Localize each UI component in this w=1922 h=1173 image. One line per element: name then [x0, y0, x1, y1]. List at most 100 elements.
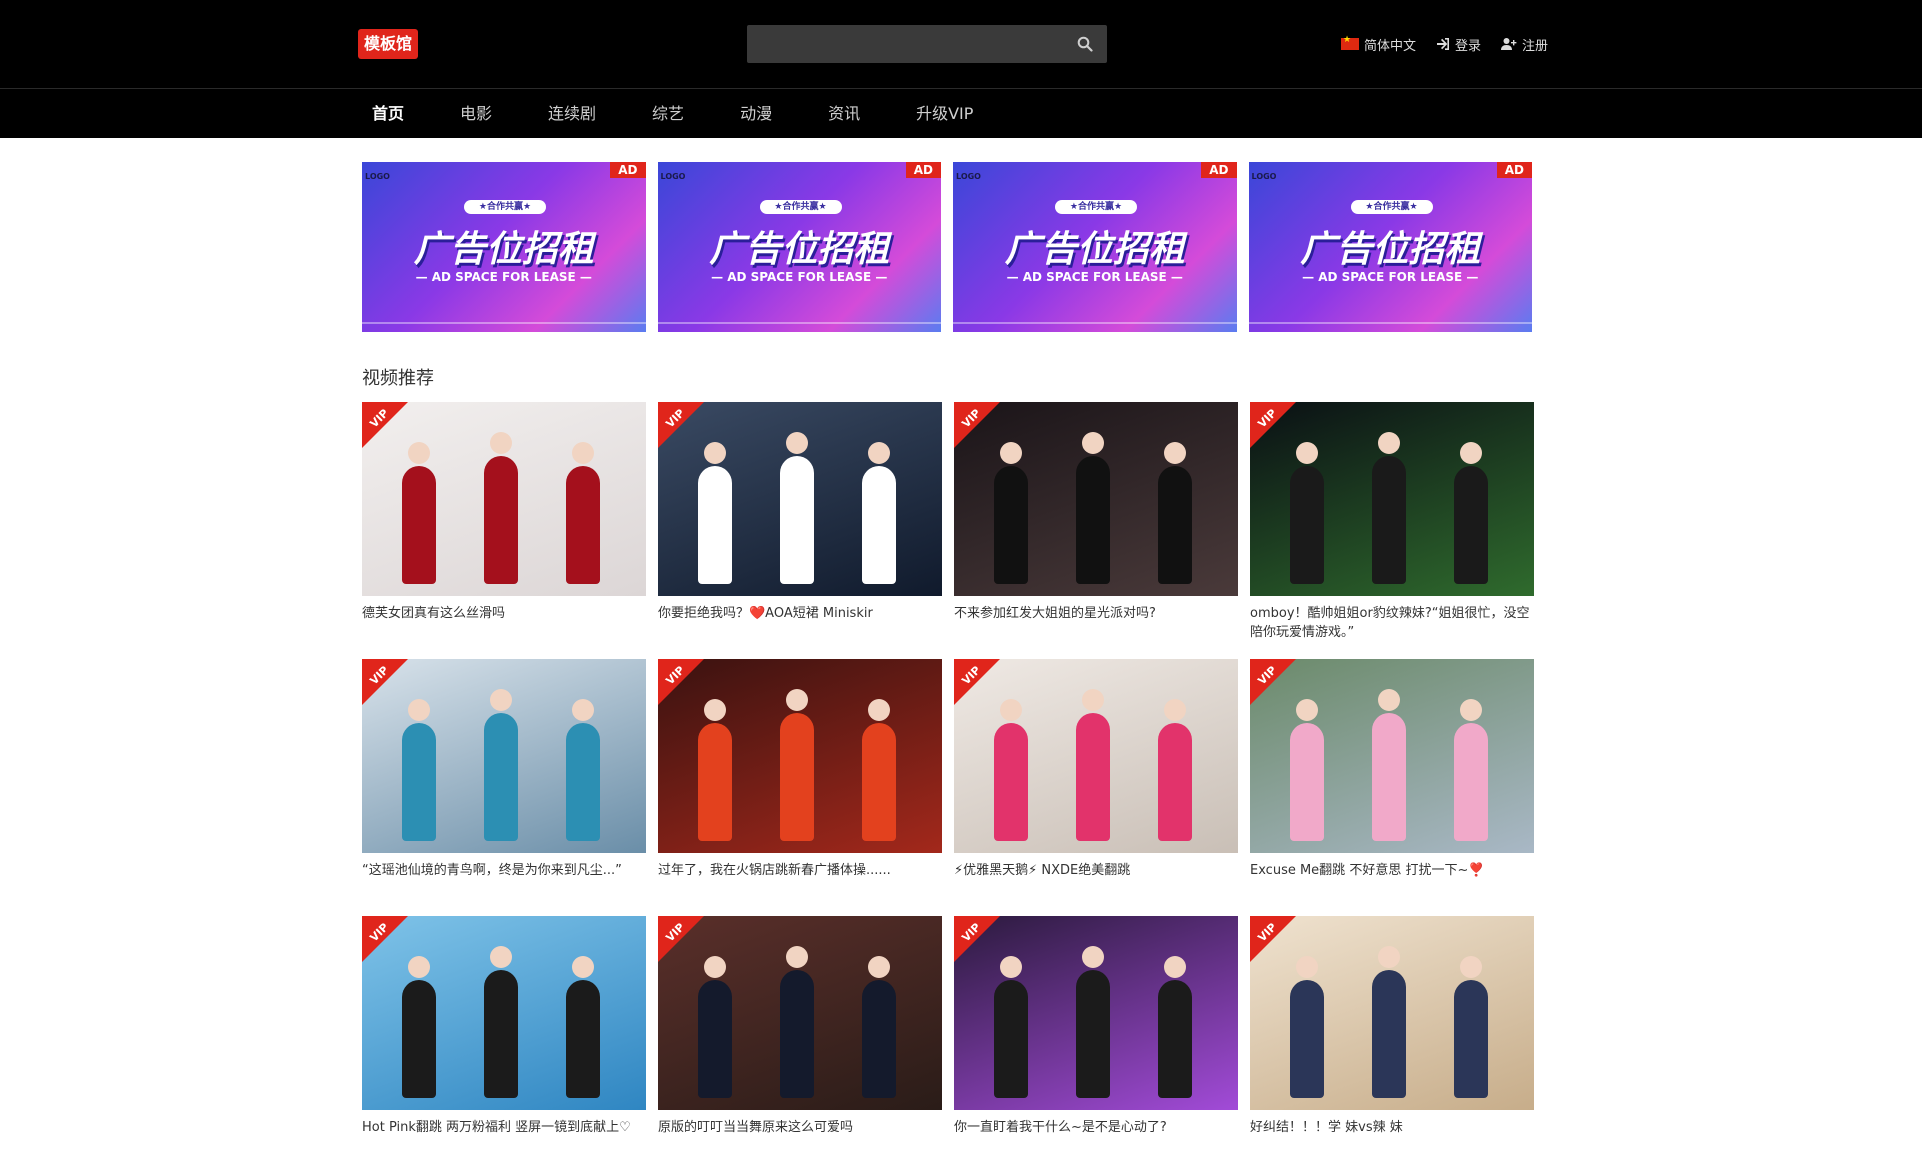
video-title[interactable]: 德芙女团真有这么丝滑吗: [362, 604, 646, 623]
dancer-figure: [994, 980, 1028, 1098]
dancer-figure: [566, 466, 600, 584]
ad-banner[interactable]: LOGO AD ★合作共赢★ 广告位招租 — AD SPACE FOR LEASE —: [953, 162, 1237, 332]
video-title[interactable]: Hot Pink翻跳 两万粉福利 竖屏一镜到底献上♡: [362, 1118, 646, 1137]
ad-divider: [953, 322, 1237, 324]
dancer-head: [572, 699, 594, 721]
ad-logo: LOGO: [660, 172, 686, 181]
dancer-figure: [566, 723, 600, 841]
ad-divider: [1248, 322, 1532, 324]
video-title[interactable]: omboy！酷帅姐姐or豹纹辣妹?“姐姐很忙，没空陪你玩爱情游戏。”: [1250, 604, 1534, 642]
video-card[interactable]: VIP Excuse Me翻跳 不好意思 打扰一下~❣️: [1250, 659, 1534, 916]
login-label: 登录: [1454, 38, 1481, 54]
nav-item[interactable]: 资讯: [814, 89, 874, 139]
video-thumbnail[interactable]: VIP: [954, 659, 1238, 853]
dancer-figure: [994, 723, 1028, 841]
dancer-figure: [698, 723, 732, 841]
dancer-head: [704, 956, 726, 978]
video-thumbnail[interactable]: VIP: [954, 402, 1238, 596]
main-nav: 首页 电影 连续剧 综艺 动漫 资讯 升级VIP: [0, 88, 1922, 138]
video-card[interactable]: VIP Hot Pink翻跳 两万粉福利 竖屏一镜到底献上♡: [362, 916, 646, 1173]
dancer-figure: [1372, 970, 1406, 1098]
dancer-figure: [402, 723, 436, 841]
china-flag-icon: [1340, 35, 1359, 50]
dancer-figure: [402, 980, 436, 1098]
video-title[interactable]: Excuse Me翻跳 不好意思 打扰一下~❣️: [1250, 861, 1534, 880]
video-title[interactable]: 你要拒绝我吗？❤️AOA短裙 Miniskir: [658, 604, 942, 623]
video-thumbnail[interactable]: VIP: [658, 402, 942, 596]
video-title[interactable]: 不来参加红发大姐姐的星光派对吗?: [954, 604, 1238, 623]
ad-badge: AD: [1496, 162, 1532, 178]
dancer-head: [1296, 442, 1318, 464]
dancer-figure: [862, 980, 896, 1098]
search-button[interactable]: [1063, 25, 1107, 63]
video-title[interactable]: 你一直盯着我干什么~是不是心动了?: [954, 1118, 1238, 1137]
nav-item[interactable]: 电影: [446, 89, 506, 139]
ad-banner[interactable]: LOGO AD ★合作共赢★ 广告位招租 — AD SPACE FOR LEASE —: [362, 162, 646, 332]
video-card[interactable]: VIP omboy！酷帅姐姐or豹纹辣妹?“姐姐很忙，没空陪你玩爱情游戏。”: [1250, 402, 1534, 659]
dancer-head: [868, 442, 890, 464]
dancer-head: [786, 689, 808, 711]
dancer-head: [1082, 946, 1104, 968]
video-card[interactable]: VIP “这瑶池仙境的青鸟啊，终是为你来到凡尘...”: [362, 659, 646, 916]
video-title[interactable]: “这瑶池仙境的青鸟啊，终是为你来到凡尘...”: [362, 861, 646, 880]
site-logo[interactable]: 模板馆: [358, 29, 419, 59]
ad-badge: AD: [610, 162, 646, 178]
video-thumbnail[interactable]: VIP: [1250, 402, 1534, 596]
video-title[interactable]: 过年了，我在火锅店跳新春广播体操......: [658, 861, 942, 880]
dancer-head: [572, 956, 594, 978]
dancer-figure: [1158, 723, 1192, 841]
video-title[interactable]: 原版的叮叮当当舞原来这么可爱吗: [658, 1118, 942, 1137]
add-user-icon: [1500, 38, 1517, 50]
video-thumbnail[interactable]: VIP: [362, 402, 646, 596]
video-card[interactable]: VIP 你一直盯着我干什么~是不是心动了?: [954, 916, 1238, 1173]
video-card[interactable]: VIP 你要拒绝我吗？❤️AOA短裙 Miniskir: [658, 402, 942, 659]
dancer-figure: [484, 970, 518, 1098]
dancer-head: [1082, 432, 1104, 454]
dancer-figure: [780, 970, 814, 1098]
video-card[interactable]: VIP 过年了，我在火锅店跳新春广播体操......: [658, 659, 942, 916]
section-title: 视频推荐: [362, 368, 434, 389]
ad-subtitle: — AD SPACE FOR LEASE —: [1006, 270, 1183, 284]
video-card[interactable]: VIP ⚡优雅黑天鹅⚡ NXDE绝美翻跳: [954, 659, 1238, 916]
nav-item[interactable]: 连续剧: [534, 89, 610, 139]
video-thumbnail[interactable]: VIP: [658, 659, 942, 853]
login-link[interactable]: 登录: [1436, 35, 1481, 54]
video-thumbnail[interactable]: VIP: [362, 916, 646, 1110]
register-link[interactable]: 注册: [1500, 35, 1548, 54]
nav-item[interactable]: 首页: [358, 89, 418, 139]
video-title[interactable]: ⚡优雅黑天鹅⚡ NXDE绝美翻跳: [954, 861, 1238, 880]
dancer-figure: [780, 456, 814, 584]
nav-item[interactable]: 综艺: [638, 89, 698, 139]
video-card[interactable]: VIP 原版的叮叮当当舞原来这么可爱吗: [658, 916, 942, 1173]
video-thumbnail[interactable]: VIP: [1250, 659, 1534, 853]
video-thumbnail[interactable]: VIP: [658, 916, 942, 1110]
ad-badge: AD: [1201, 162, 1237, 178]
dancer-figure: [698, 466, 732, 584]
dancer-figure: [1454, 723, 1488, 841]
dancer-head: [704, 442, 726, 464]
search-input[interactable]: [747, 25, 1057, 63]
video-thumbnail[interactable]: VIP: [362, 659, 646, 853]
ad-banner[interactable]: LOGO AD ★合作共赢★ 广告位招租 — AD SPACE FOR LEASE —: [657, 162, 941, 332]
video-card[interactable]: VIP 好纠结！！！学 妹vs辣 妹: [1250, 916, 1534, 1173]
nav-item[interactable]: 动漫: [726, 89, 786, 139]
dancer-figure: [862, 466, 896, 584]
dancer-figure: [1158, 466, 1192, 584]
video-card[interactable]: VIP 德芙女团真有这么丝滑吗: [362, 402, 646, 659]
dancer-figure: [1454, 466, 1488, 584]
ad-banner[interactable]: LOGO AD ★合作共赢★ 广告位招租 — AD SPACE FOR LEASE —: [1248, 162, 1532, 332]
ad-ribbon: ★合作共赢★: [1350, 200, 1433, 214]
ad-subtitle: — AD SPACE FOR LEASE —: [711, 270, 888, 284]
ad-logo: LOGO: [365, 172, 390, 181]
video-grid: VIP 德芙女团真有这么丝滑吗 VIP 你要拒绝我吗？❤️AOA短裙 Miniskir…: [362, 402, 1534, 1173]
video-card[interactable]: VIP 不来参加红发大姐姐的星光派对吗?: [954, 402, 1238, 659]
dancer-head: [1378, 946, 1400, 968]
dancer-figure: [1076, 970, 1110, 1098]
video-thumbnail[interactable]: VIP: [954, 916, 1238, 1110]
video-thumbnail[interactable]: VIP: [1250, 916, 1534, 1110]
language-switch[interactable]: 简体中文: [1340, 35, 1416, 54]
nav-item[interactable]: 升级VIP: [902, 89, 987, 139]
video-title[interactable]: 好纠结！！！学 妹vs辣 妹: [1250, 1118, 1534, 1137]
dancer-figure: [1372, 456, 1406, 584]
dancer-head: [1460, 442, 1482, 464]
